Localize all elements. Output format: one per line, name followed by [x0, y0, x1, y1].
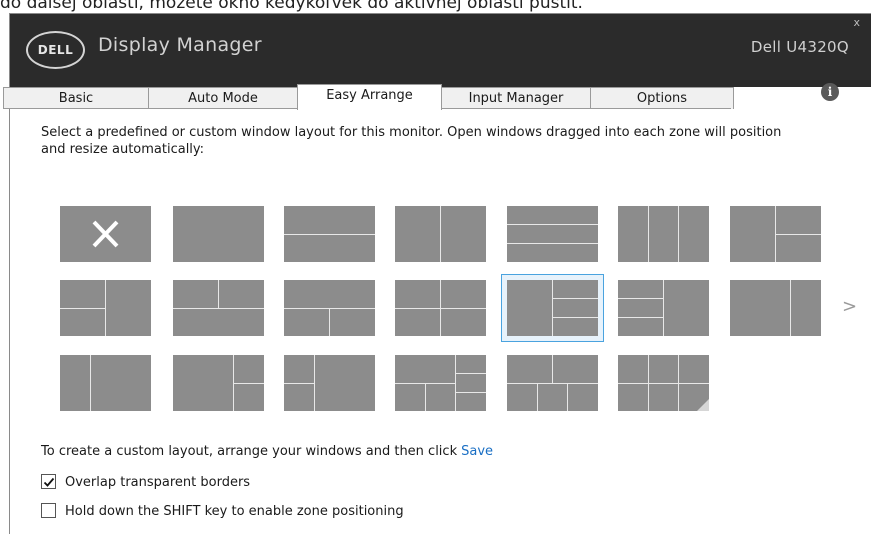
layout-tile-top-split-bottom[interactable]: [173, 280, 264, 336]
close-icon: [92, 220, 119, 248]
layout-tile-three-columns[interactable]: [618, 206, 709, 262]
tab-bar: Basic Auto Mode Easy Arrange Input Manag…: [3, 84, 861, 110]
layout-tile-wide-left-narrow-right[interactable]: [730, 280, 821, 336]
layout-tile-four-quadrants[interactable]: [395, 280, 486, 336]
layout-tile-six-grid[interactable]: [618, 355, 709, 411]
tab-options[interactable]: Options: [590, 87, 734, 109]
monitor-name: Dell U4320Q: [750, 38, 849, 56]
layout-tile-left-split-wide-right[interactable]: [284, 355, 375, 411]
app-title: Display Manager: [98, 34, 262, 56]
layout-tile-left-three-rows-right-col[interactable]: [618, 280, 709, 336]
layout-tile-wide-left-right-split[interactable]: [173, 355, 264, 411]
title-bar: DELL Display Manager Dell U4320Q x: [10, 14, 871, 87]
layout-tile-two-top-three-bottom[interactable]: [507, 355, 598, 411]
checkmark-icon: [43, 477, 55, 487]
layout-tile-left-col-right-split[interactable]: [730, 206, 821, 262]
layout-tile-two-rows[interactable]: [284, 206, 375, 262]
tab-basic[interactable]: Basic: [3, 87, 149, 109]
close-button[interactable]: x: [853, 16, 860, 29]
resize-corner-icon: [697, 399, 709, 411]
layout-tile-complex-grid[interactable]: [395, 355, 486, 411]
tab-input-manager[interactable]: Input Manager: [441, 87, 591, 109]
layout-tile-top-bottom-split[interactable]: [284, 280, 375, 336]
dell-logo: DELL: [26, 31, 85, 69]
shift-key-option[interactable]: Hold down the SHIFT key to enable zone p…: [41, 503, 404, 519]
layout-tile-left-split-right-col[interactable]: [60, 280, 151, 336]
layout-tile-full[interactable]: [173, 206, 264, 262]
tab-easy-arrange[interactable]: Easy Arrange: [297, 84, 442, 110]
layout-tile-left-col-right-three-rows[interactable]: [501, 274, 604, 342]
shift-key-checkbox[interactable]: [41, 503, 56, 518]
tab-auto-mode[interactable]: Auto Mode: [148, 87, 298, 109]
layout-instructions: Select a predefined or custom window lay…: [41, 125, 782, 157]
info-icon[interactable]: i: [821, 83, 839, 101]
overlap-borders-checkbox[interactable]: [41, 474, 56, 489]
overlap-borders-label: Overlap transparent borders: [65, 475, 251, 490]
next-page-arrow[interactable]: >: [842, 296, 857, 317]
overlap-borders-option[interactable]: Overlap transparent borders: [41, 474, 250, 490]
custom-layout-text: To create a custom layout, arrange your …: [41, 444, 458, 459]
layout-tile-none[interactable]: [60, 206, 151, 262]
shift-key-label: Hold down the SHIFT key to enable zone p…: [65, 504, 404, 519]
save-link[interactable]: Save: [461, 444, 493, 459]
custom-layout-hint: To create a custom layout, arrange your …: [41, 444, 493, 459]
layout-tile-two-columns[interactable]: [395, 206, 486, 262]
layout-tile-narrow-left-wide-right[interactable]: [60, 355, 151, 411]
layout-tile-three-rows[interactable]: [507, 206, 598, 262]
top-caption: do ďalšej oblasti, môžete okno kedykoľve…: [0, 0, 583, 13]
